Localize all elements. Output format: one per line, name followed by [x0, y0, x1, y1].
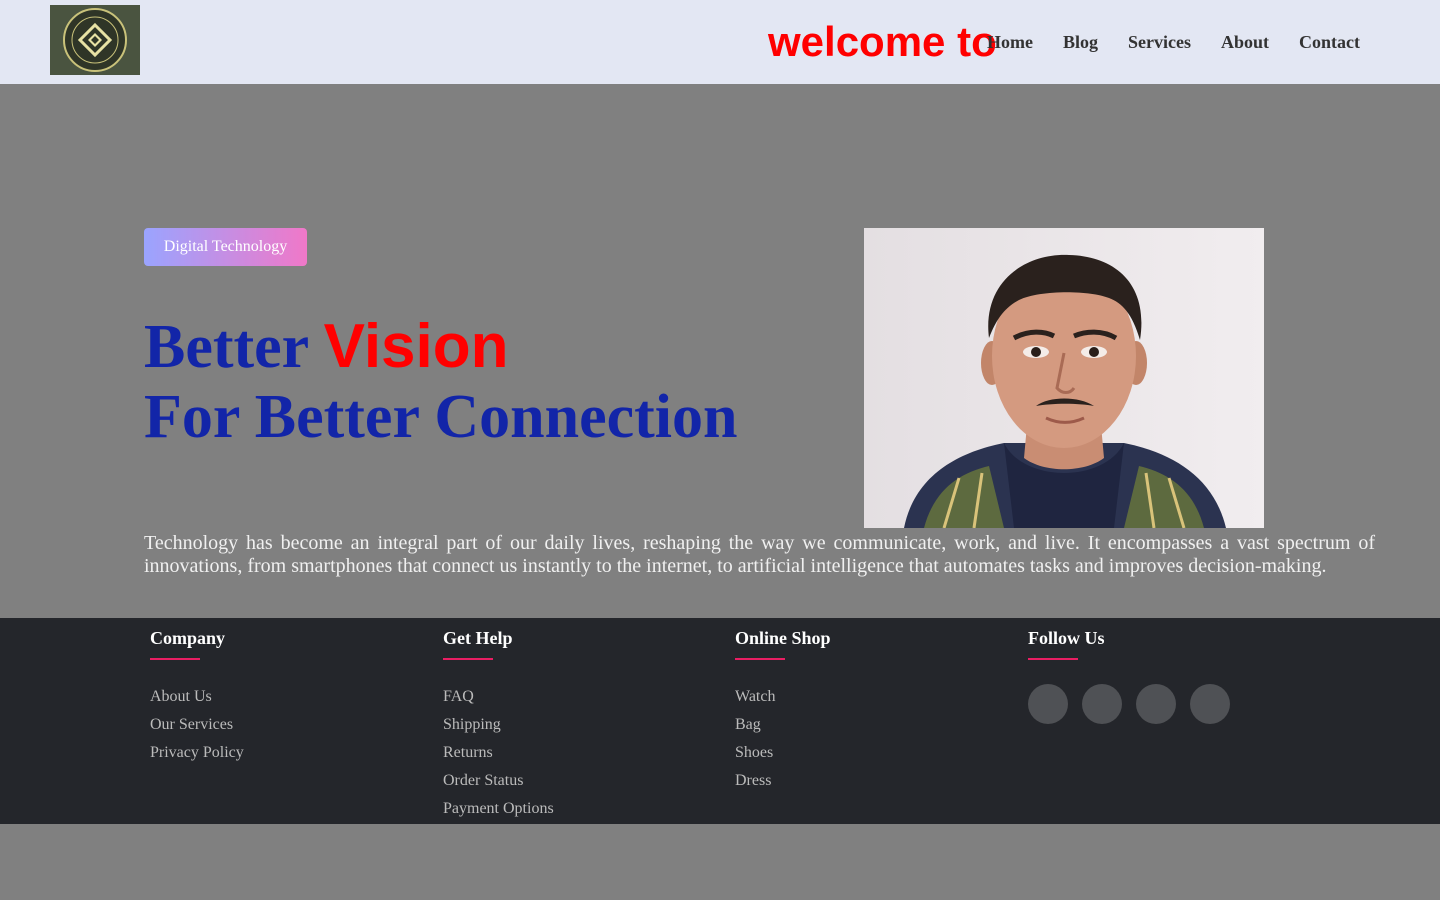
footer-heading-underline [1028, 658, 1078, 660]
footer-link-dress[interactable]: Dress [735, 767, 831, 795]
footer-heading-online-shop: Online Shop [735, 628, 831, 648]
footer-col-online-shop: Online Shop Watch Bag Shoes Dress [735, 628, 831, 795]
footer-links-online-shop: Watch Bag Shoes Dress [735, 683, 831, 795]
footer-heading-follow-us: Follow Us [1028, 628, 1105, 648]
footer-links-get-help: FAQ Shipping Returns Order Status Paymen… [443, 683, 554, 823]
footer-link-bag[interactable]: Bag [735, 711, 831, 739]
footer-heading-underline [150, 658, 200, 660]
headline-line-2: For Better Connection [144, 383, 738, 451]
footer-col-follow-us: Follow Us [1028, 628, 1230, 724]
nav-contact[interactable]: Contact [1299, 31, 1360, 53]
headline-word-better: Better [144, 313, 324, 381]
footer-link-our-services[interactable]: Our Services [150, 711, 244, 739]
nav-services[interactable]: Services [1128, 31, 1191, 53]
footer-heading-underline [735, 658, 785, 660]
footer-link-about-us[interactable]: About Us [150, 683, 244, 711]
footer-col-get-help: Get Help FAQ Shipping Returns Order Stat… [443, 628, 554, 823]
nav-about[interactable]: About [1221, 31, 1269, 53]
footer-heading-underline [443, 658, 493, 660]
footer-col-company: Company About Us Our Services Privacy Po… [150, 628, 244, 767]
headline-accent-vision: Vision [323, 312, 509, 381]
hero-portrait-image [864, 228, 1264, 528]
footer-link-order-status[interactable]: Order Status [443, 767, 554, 795]
footer-link-payment-options[interactable]: Payment Options [443, 795, 554, 823]
footer-heading-get-help: Get Help [443, 628, 513, 648]
footer-links-company: About Us Our Services Privacy Policy [150, 683, 244, 767]
hero-badge[interactable]: Digital Technology [144, 228, 307, 266]
footer-heading-company: Company [150, 628, 226, 648]
facebook-icon[interactable] [1028, 684, 1068, 724]
instagram-icon[interactable] [1136, 684, 1176, 724]
footer-link-privacy-policy[interactable]: Privacy Policy [150, 739, 244, 767]
nav-blog[interactable]: Blog [1063, 31, 1098, 53]
portrait-illustration [864, 228, 1264, 528]
welcome-heading: welcome to [768, 18, 997, 65]
footer-link-watch[interactable]: Watch [735, 683, 831, 711]
twitter-icon[interactable] [1082, 684, 1122, 724]
site-footer: Company About Us Our Services Privacy Po… [0, 618, 1440, 824]
navbar: welcome to Home Blog Services About Cont… [0, 0, 1440, 84]
hero-description: Technology has become an integral part o… [144, 532, 1375, 577]
footer-link-shoes[interactable]: Shoes [735, 739, 831, 767]
footer-link-faq[interactable]: FAQ [443, 683, 554, 711]
hero-headline: Better Vision For Better Connection [144, 312, 824, 452]
nav-home[interactable]: Home [987, 31, 1033, 53]
site-logo[interactable] [50, 5, 140, 75]
linkedin-icon[interactable] [1190, 684, 1230, 724]
footer-link-shipping[interactable]: Shipping [443, 711, 554, 739]
social-links [1028, 684, 1230, 724]
footer-link-returns[interactable]: Returns [443, 739, 554, 767]
logo-emblem-icon [63, 8, 127, 72]
